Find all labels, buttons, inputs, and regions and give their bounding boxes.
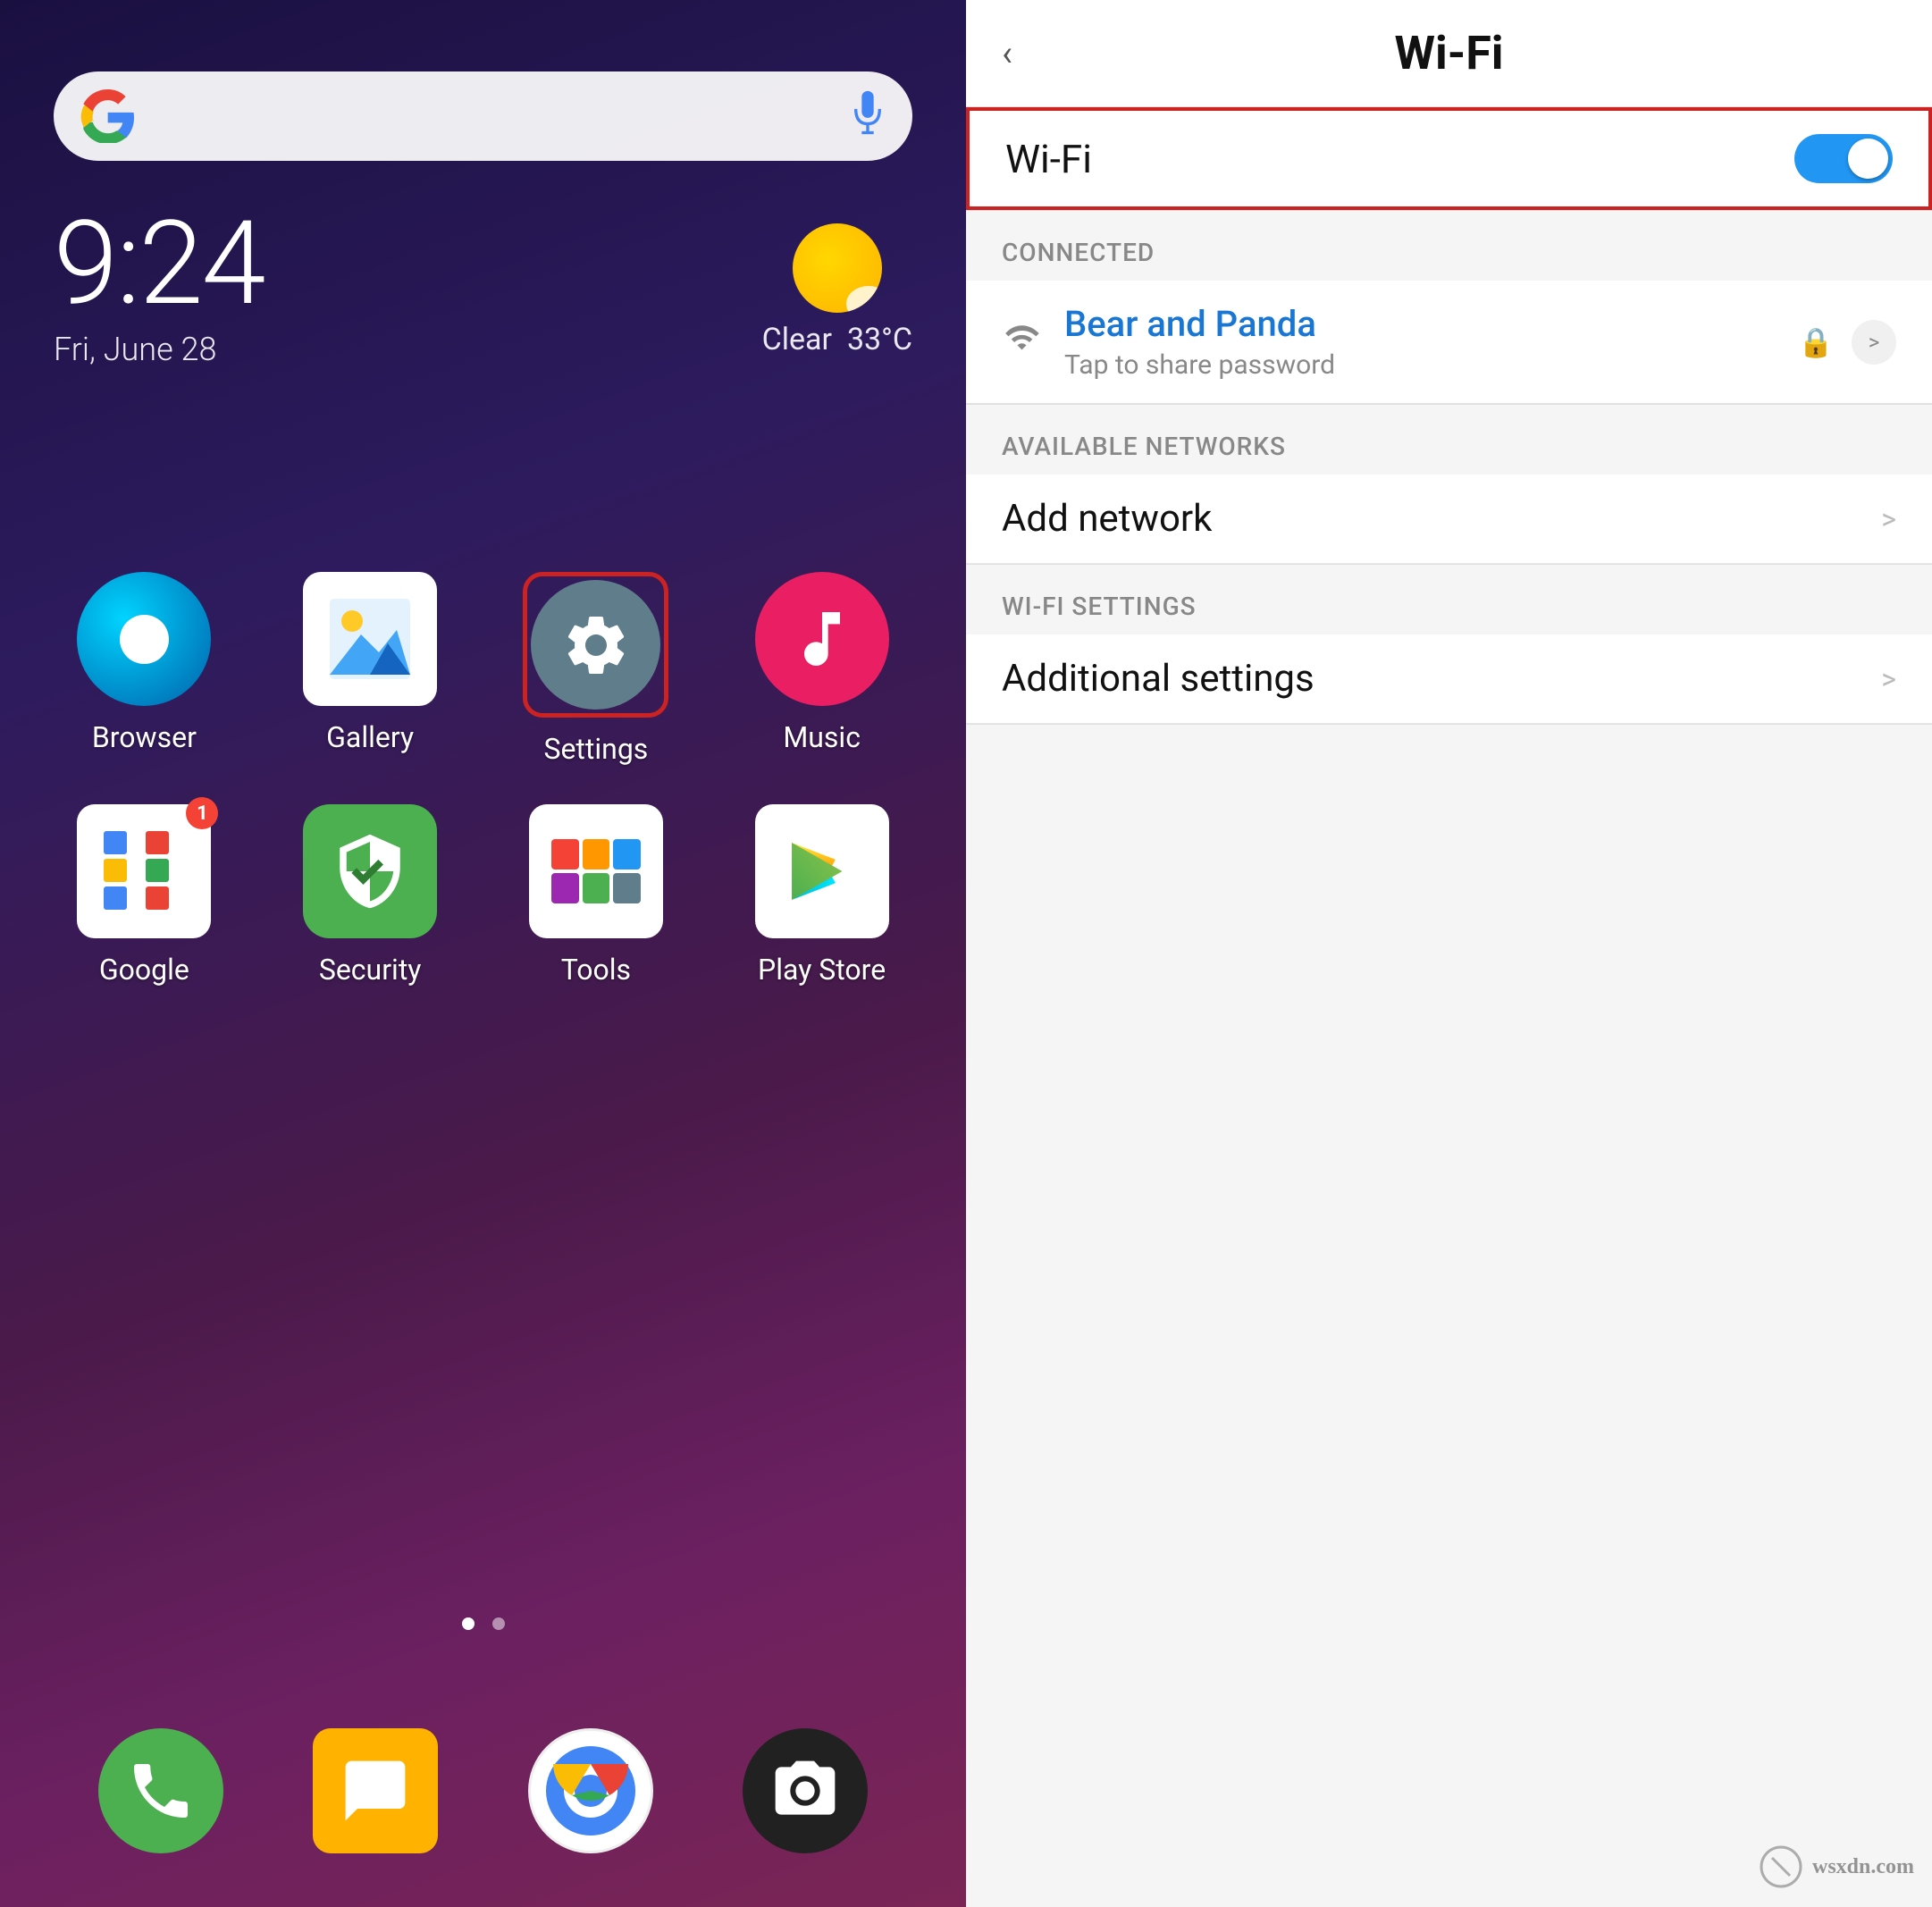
app-tools[interactable]: Tools (488, 804, 705, 987)
network-info: Bear and Panda Tap to share password (1064, 303, 1798, 381)
tools-icon (529, 804, 663, 938)
wifi-settings-section-label: WI-FI SETTINGS (966, 565, 1932, 634)
additional-settings-row[interactable]: Additional settings > (966, 634, 1932, 724)
wifi-toggle-row[interactable]: Wi-Fi (966, 107, 1932, 210)
google-logo (80, 89, 134, 143)
home-screen: 9:24 Fri, June 28 Clear 33°C Browser (0, 0, 966, 1907)
dock-phone[interactable] (98, 1728, 223, 1853)
camera-icon (743, 1728, 868, 1853)
dot-1 (462, 1617, 475, 1630)
app-google[interactable]: 1 Google (36, 804, 253, 987)
tools-label: Tools (561, 953, 631, 987)
browser-icon (77, 572, 211, 706)
gallery-label: Gallery (326, 720, 414, 754)
available-section-label: AVAILABLE NETWORKS (966, 405, 1932, 475)
chrome-icon (528, 1728, 653, 1853)
additional-settings-label: Additional settings (1002, 657, 1315, 701)
network-name: Bear and Panda (1064, 303, 1798, 345)
wifi-label: Wi-Fi (1005, 136, 1092, 182)
settings-label: Settings (543, 732, 648, 766)
search-bar[interactable] (54, 71, 912, 161)
settings-icon (531, 580, 660, 710)
settings-highlight (523, 572, 668, 718)
additional-settings-chevron: > (1881, 662, 1896, 696)
browser-label: Browser (92, 720, 197, 754)
phone-icon (98, 1728, 223, 1853)
wifi-toggle[interactable] (1794, 134, 1893, 183)
wifi-header: ‹ Wi-Fi (966, 0, 1932, 107)
app-music[interactable]: Music (713, 572, 930, 766)
app-playstore[interactable]: Play Store (713, 804, 930, 987)
notification-badge: 1 (186, 797, 218, 829)
app-settings[interactable]: Settings (488, 572, 705, 766)
add-network-label: Add network (1002, 497, 1212, 541)
network-chevron[interactable]: > (1852, 320, 1896, 365)
add-network-chevron: > (1881, 502, 1896, 536)
toggle-knob (1848, 139, 1888, 179)
google-icon: 1 (77, 804, 211, 938)
weather-info: Clear 33°C (762, 322, 912, 357)
app-gallery[interactable]: Gallery (262, 572, 479, 766)
connected-network-row[interactable]: Bear and Panda Tap to share password 🔒 > (966, 281, 1932, 404)
wifi-signal-icon (1002, 320, 1042, 365)
dock (0, 1728, 966, 1853)
gallery-icon (303, 572, 437, 706)
app-grid-row2: 1 Google Security (0, 804, 966, 987)
empty-area: wsxdn.com (966, 725, 1932, 1907)
connected-section-label: CONNECTED (966, 211, 1932, 281)
music-icon (755, 572, 889, 706)
security-icon (303, 804, 437, 938)
dock-messages[interactable] (313, 1728, 438, 1853)
messages-icon (313, 1728, 438, 1853)
app-security[interactable]: Security (262, 804, 479, 987)
back-button[interactable]: ‹ (1002, 32, 1012, 74)
network-subtitle: Tap to share password (1064, 349, 1798, 381)
add-network-row[interactable]: Add network > (966, 475, 1932, 564)
watermark: wsxdn.com (1759, 1844, 1914, 1889)
app-browser[interactable]: Browser (36, 572, 253, 766)
network-icons: 🔒 > (1798, 320, 1896, 365)
time-weather-widget: 9:24 Fri, June 28 Clear 33°C (0, 206, 966, 368)
lock-icon: 🔒 (1798, 325, 1834, 359)
playstore-icon (755, 804, 889, 938)
page-indicator (0, 1617, 966, 1630)
dock-camera[interactable] (743, 1728, 868, 1853)
security-label: Security (319, 953, 422, 987)
weather-widget: Clear 33°C (762, 223, 912, 357)
date: Fri, June 28 (54, 331, 265, 368)
playstore-label: Play Store (758, 953, 886, 987)
clock: 9:24 (54, 206, 265, 322)
music-label: Music (783, 720, 861, 754)
mic-icon[interactable] (850, 90, 886, 143)
wifi-settings-panel: ‹ Wi-Fi Wi-Fi CONNECTED Bear and Panda T… (966, 0, 1932, 1907)
dot-2 (492, 1617, 505, 1630)
app-grid-row1: Browser Gallery (0, 572, 966, 766)
google-label: Google (99, 953, 189, 987)
dock-chrome[interactable] (528, 1728, 653, 1853)
wifi-title: Wi-Fi (1394, 26, 1503, 80)
weather-icon (793, 223, 882, 313)
